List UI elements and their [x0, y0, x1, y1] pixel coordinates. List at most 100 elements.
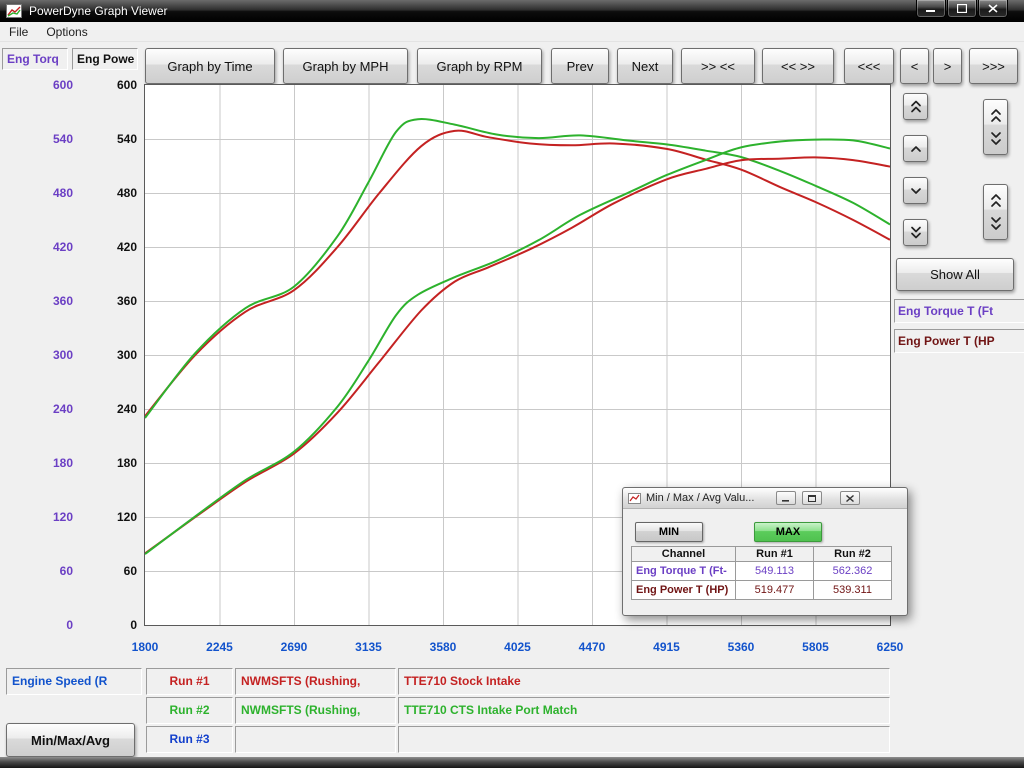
minmax-window-title: Min / Max / Avg Valu...	[646, 492, 754, 504]
y-tick-label: 0	[84, 618, 137, 632]
graph-by-time-button[interactable]: Graph by Time	[145, 48, 275, 84]
graph-by-mph-button[interactable]: Graph by MPH	[283, 48, 408, 84]
minmax-header-run1: Run #1	[736, 547, 814, 562]
menu-bar: File Options	[0, 22, 1024, 42]
legend-run1-description[interactable]: TTE710 Stock Intake	[398, 668, 890, 695]
torque-channel-label[interactable]: Eng Torque T (Ft	[894, 299, 1024, 323]
minmax-window-icon	[628, 493, 641, 504]
minimize-button[interactable]	[916, 0, 946, 18]
legend-run3-description[interactable]	[398, 726, 890, 753]
minmax-torque-channel: Eng Torque T (Ft-	[632, 562, 736, 581]
min-button[interactable]: MIN	[635, 522, 703, 542]
y-tick-label: 300	[20, 348, 73, 362]
torque-axis-title[interactable]: Eng Torq	[2, 48, 68, 70]
x-tick-label: 4915	[630, 640, 704, 654]
legend-run2-channel[interactable]: NWMSFTS (Rushing,	[235, 697, 396, 724]
scroll-far-left-button[interactable]: <<<	[844, 48, 894, 84]
minmax-power-run1-value: 519.477	[736, 581, 814, 600]
y-tick-label: 360	[20, 294, 73, 308]
minmax-restore-button[interactable]	[802, 491, 822, 505]
scroll-right-button[interactable]: >	[933, 48, 962, 84]
menu-file[interactable]: File	[0, 23, 37, 41]
y-tick-label: 420	[84, 240, 137, 254]
window-bottom-edge	[0, 757, 1024, 768]
y-tick-label: 360	[84, 294, 137, 308]
spin-down-button[interactable]	[903, 177, 928, 204]
app-icon	[6, 4, 22, 18]
y-tick-label: 0	[20, 618, 73, 632]
axis-expand-top-button[interactable]	[983, 99, 1008, 155]
minmax-power-run2-value: 539.311	[814, 581, 892, 600]
scroll-far-right-button[interactable]: >>>	[969, 48, 1018, 84]
legend-run3-label[interactable]: Run #3	[146, 726, 233, 753]
legend-run3-channel[interactable]	[235, 726, 396, 753]
window-controls	[915, 0, 1008, 18]
x-tick-label: 3135	[332, 640, 406, 654]
minmax-title-bar[interactable]: Min / Max / Avg Valu...	[623, 488, 907, 509]
x-tick-label: 4470	[555, 640, 629, 654]
max-button[interactable]: MAX	[754, 522, 822, 542]
minmax-header-row: Channel Run #1 Run #2	[632, 547, 892, 562]
y-tick-label: 480	[84, 186, 137, 200]
window-title: PowerDyne Graph Viewer	[29, 4, 168, 18]
power-axis-title[interactable]: Eng Powe	[72, 48, 138, 70]
maximize-button[interactable]	[947, 0, 977, 18]
y-tick-label: 420	[20, 240, 73, 254]
y-tick-label: 240	[84, 402, 137, 416]
power-channel-label[interactable]: Eng Power T (HP	[894, 329, 1024, 353]
y-tick-label: 480	[20, 186, 73, 200]
title-bar: PowerDyne Graph Viewer	[0, 0, 1024, 22]
minmax-minimize-button[interactable]	[776, 491, 796, 505]
x-axis-channel-box[interactable]: Engine Speed (R	[6, 668, 142, 695]
legend-run2-label[interactable]: Run #2	[146, 697, 233, 724]
prev-button[interactable]: Prev	[551, 48, 609, 84]
spin-double-up-button[interactable]	[903, 93, 928, 120]
y-tick-label: 60	[84, 564, 137, 578]
y-tick-label: 540	[20, 132, 73, 146]
legend-run2-description[interactable]: TTE710 CTS Intake Port Match	[398, 697, 890, 724]
x-tick-label: 5360	[704, 640, 778, 654]
minmax-close-button[interactable]	[840, 491, 860, 505]
minmax-torque-run2-value: 562.362	[814, 562, 892, 581]
spin-double-down-button[interactable]	[903, 219, 928, 246]
x-tick-label: 4025	[481, 640, 555, 654]
close-button[interactable]	[978, 0, 1008, 18]
x-tick-label: 2690	[257, 640, 331, 654]
minmaxavg-button[interactable]: Min/Max/Avg	[6, 723, 135, 757]
y-tick-label: 540	[84, 132, 137, 146]
x-tick-label: 5805	[779, 640, 853, 654]
x-tick-label: 2245	[183, 640, 257, 654]
y-tick-label: 60	[20, 564, 73, 578]
scroll-left-button[interactable]: <	[900, 48, 929, 84]
spin-up-button[interactable]	[903, 135, 928, 162]
y-tick-label: 240	[20, 402, 73, 416]
axis-expand-bottom-button[interactable]	[983, 184, 1008, 240]
x-tick-label: 1800	[108, 640, 182, 654]
show-all-button[interactable]: Show All	[896, 258, 1014, 291]
minmax-table: Channel Run #1 Run #2 Eng Torque T (Ft- …	[631, 546, 892, 600]
minmax-header-run2: Run #2	[814, 547, 892, 562]
minmax-row-torque: Eng Torque T (Ft- 549.113 562.362	[632, 562, 892, 581]
zoom-in-button[interactable]: >> <<	[681, 48, 755, 84]
minmax-row-power: Eng Power T (HP) 519.477 539.311	[632, 581, 892, 600]
y-tick-label: 180	[84, 456, 137, 470]
y-tick-label: 120	[84, 510, 137, 524]
minmax-window[interactable]: Min / Max / Avg Valu... MIN MAX Channel …	[622, 487, 908, 616]
y-tick-label: 120	[20, 510, 73, 524]
y-tick-label: 300	[84, 348, 137, 362]
next-button[interactable]: Next	[617, 48, 673, 84]
y-tick-label: 180	[20, 456, 73, 470]
x-tick-label: 6250	[853, 640, 927, 654]
minmax-header-channel: Channel	[632, 547, 736, 562]
y-tick-label: 600	[20, 78, 73, 92]
zoom-out-button[interactable]: << >>	[762, 48, 834, 84]
y-tick-label: 600	[84, 78, 137, 92]
menu-options[interactable]: Options	[37, 23, 96, 41]
minmax-power-channel: Eng Power T (HP)	[632, 581, 736, 600]
minmax-torque-run1-value: 549.113	[736, 562, 814, 581]
x-tick-label: 3580	[406, 640, 480, 654]
app-window: { "window": { "title": "PowerDyne Graph …	[0, 0, 1024, 768]
graph-by-rpm-button[interactable]: Graph by RPM	[417, 48, 542, 84]
legend-run1-label[interactable]: Run #1	[146, 668, 233, 695]
legend-run1-channel[interactable]: NWMSFTS (Rushing,	[235, 668, 396, 695]
